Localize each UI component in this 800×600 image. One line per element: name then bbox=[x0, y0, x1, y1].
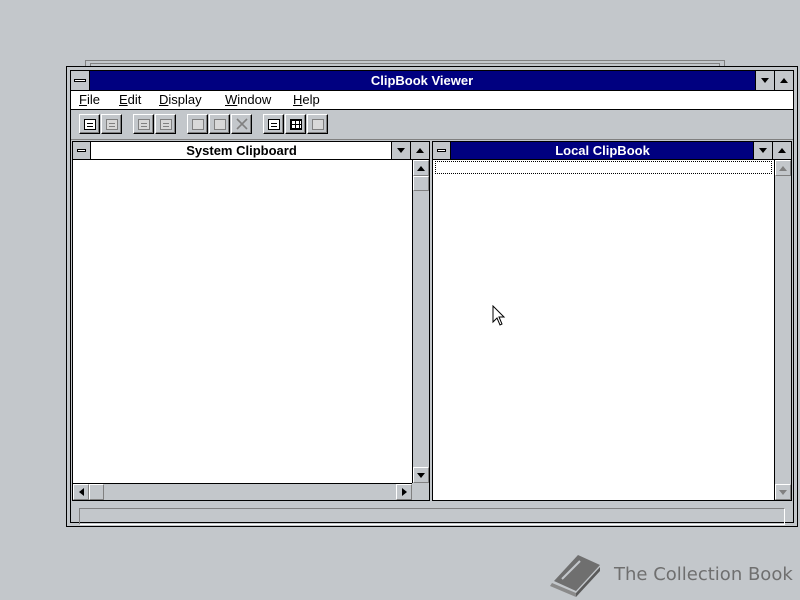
share-button[interactable] bbox=[133, 114, 154, 134]
full-page-icon bbox=[311, 118, 324, 130]
toolbar bbox=[71, 110, 793, 140]
menu-edit[interactable]: Edit bbox=[119, 91, 141, 109]
menu-display-label: isplay bbox=[168, 92, 202, 107]
arrow-up-icon bbox=[417, 165, 425, 171]
menu-help[interactable]: Help bbox=[293, 91, 320, 109]
title-bar[interactable]: ClipBook Viewer bbox=[71, 71, 793, 91]
clipbook-viewer-window: ClipBook Viewer File Edit Display Window… bbox=[66, 66, 798, 527]
scroll-up-button[interactable] bbox=[413, 160, 429, 176]
menu-display[interactable]: Display bbox=[159, 91, 202, 109]
focused-list-row[interactable] bbox=[435, 161, 772, 174]
watermark: The Collection Book bbox=[548, 550, 796, 598]
menu-window-label: indow bbox=[237, 92, 272, 107]
book-icon bbox=[550, 555, 600, 597]
arrow-down-icon bbox=[417, 472, 425, 478]
system-clipboard-horizontal-scrollbar[interactable] bbox=[73, 483, 412, 500]
system-clipboard-vertical-scrollbar[interactable] bbox=[412, 160, 429, 483]
menu-edit-accel: E bbox=[119, 92, 128, 107]
local-clipbook-content[interactable] bbox=[433, 160, 774, 500]
menu-help-label: elp bbox=[302, 92, 320, 107]
stop-sharing-button[interactable] bbox=[155, 114, 176, 134]
local-clipbook-menu-button[interactable] bbox=[433, 142, 451, 159]
menu-edit-label: dit bbox=[127, 92, 142, 107]
system-clipboard-minimize-button[interactable] bbox=[391, 142, 410, 159]
share-icon bbox=[137, 118, 150, 130]
menu-file-label: ile bbox=[86, 92, 100, 107]
minimize-button[interactable] bbox=[755, 71, 774, 90]
scroll-thumb[interactable] bbox=[413, 176, 429, 191]
system-menu-icon bbox=[437, 149, 446, 152]
arrow-down-icon bbox=[779, 489, 787, 495]
watermark-text: The Collection Book bbox=[614, 563, 793, 585]
minimize-icon bbox=[759, 148, 767, 153]
local-clipbook-maximize-button[interactable] bbox=[772, 142, 791, 159]
menu-file[interactable]: File bbox=[79, 91, 100, 109]
menu-window[interactable]: Window bbox=[225, 91, 271, 109]
arrow-up-icon bbox=[779, 165, 787, 171]
system-clipboard-maximize-button[interactable] bbox=[410, 142, 429, 159]
scroll-up-button[interactable] bbox=[775, 160, 791, 176]
system-clipboard-content[interactable] bbox=[73, 160, 412, 483]
system-clipboard-title: System Clipboard bbox=[186, 143, 297, 158]
copy-icon bbox=[191, 118, 204, 130]
system-clipboard-title-bar[interactable]: System Clipboard bbox=[73, 142, 429, 160]
full-page-button[interactable] bbox=[307, 114, 328, 134]
menu-file-accel: F bbox=[79, 92, 87, 107]
table-of-contents-icon bbox=[267, 118, 280, 130]
system-clipboard-window: System Clipboard bbox=[72, 141, 430, 501]
copy-button[interactable] bbox=[187, 114, 208, 134]
connect-button[interactable] bbox=[79, 114, 100, 134]
maximize-button[interactable] bbox=[774, 71, 793, 90]
connect-icon bbox=[83, 118, 96, 130]
minimize-icon bbox=[397, 148, 405, 153]
minimize-icon bbox=[761, 78, 769, 83]
table-of-contents-button[interactable] bbox=[263, 114, 284, 134]
scroll-down-button[interactable] bbox=[413, 467, 429, 483]
status-bar bbox=[79, 508, 785, 525]
arrow-right-icon bbox=[401, 488, 407, 496]
mouse-pointer-icon bbox=[492, 305, 506, 326]
delete-button[interactable] bbox=[231, 114, 252, 134]
maximize-icon bbox=[778, 148, 786, 153]
local-clipbook-title: Local ClipBook bbox=[555, 143, 650, 158]
horizontal-scroll-thumb[interactable] bbox=[89, 484, 104, 500]
scroll-right-button[interactable] bbox=[396, 484, 412, 500]
delete-icon bbox=[235, 118, 248, 130]
disconnect-icon bbox=[105, 118, 118, 130]
menu-window-accel: W bbox=[225, 92, 238, 107]
local-clipbook-window: Local ClipBook bbox=[432, 141, 792, 501]
maximize-icon bbox=[416, 148, 424, 153]
local-clipbook-vertical-scrollbar[interactable] bbox=[774, 160, 791, 500]
menu-bar: File Edit Display Window Help bbox=[71, 91, 793, 110]
system-menu-button[interactable] bbox=[71, 71, 90, 90]
maximize-icon bbox=[780, 78, 788, 83]
menu-help-accel: H bbox=[293, 92, 303, 107]
local-clipbook-minimize-button[interactable] bbox=[753, 142, 772, 159]
system-menu-icon bbox=[74, 79, 86, 82]
menu-display-accel: D bbox=[159, 92, 169, 107]
paste-button[interactable] bbox=[209, 114, 230, 134]
disconnect-button[interactable] bbox=[101, 114, 122, 134]
arrow-left-icon bbox=[78, 488, 84, 496]
system-clipboard-menu-button[interactable] bbox=[73, 142, 91, 159]
window-title: ClipBook Viewer bbox=[370, 73, 474, 88]
scroll-left-button[interactable] bbox=[73, 484, 89, 500]
system-menu-icon bbox=[77, 149, 86, 152]
paste-icon bbox=[213, 118, 226, 130]
thumbnails-icon bbox=[289, 118, 302, 130]
window-body: ClipBook Viewer File Edit Display Window… bbox=[70, 70, 794, 525]
stop-sharing-icon bbox=[159, 118, 172, 130]
scroll-down-button[interactable] bbox=[775, 484, 791, 500]
local-clipbook-title-bar[interactable]: Local ClipBook bbox=[433, 142, 791, 160]
thumbnails-button[interactable] bbox=[285, 114, 306, 134]
